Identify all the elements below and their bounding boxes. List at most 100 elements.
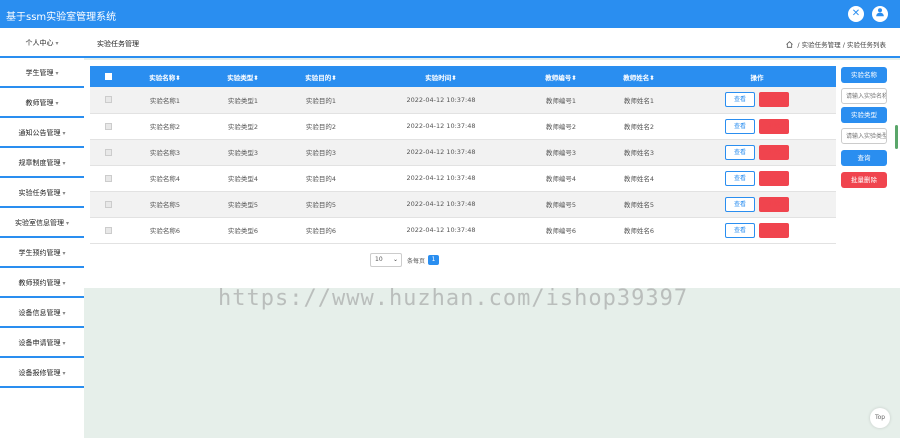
home-icon[interactable] [786, 41, 794, 48]
row-checkbox[interactable] [90, 165, 126, 192]
column-header[interactable]: 教师姓名⬍ [600, 66, 678, 87]
table-cell: 实验类型4 [204, 165, 282, 192]
close-icon[interactable]: ✕ [848, 6, 864, 22]
table-cell: 实验目的6 [282, 217, 360, 244]
chevron-down-icon: ▾ [62, 370, 66, 377]
table-cell: 教师编号1 [522, 87, 600, 114]
select-all-checkbox[interactable] [90, 66, 126, 87]
delete-button[interactable]: 删除 [759, 170, 789, 186]
table-cell: 教师姓名6 [600, 217, 678, 244]
chevron-down-icon: ▾ [62, 340, 66, 347]
table-cell: 实验名称6 [126, 217, 204, 244]
column-header[interactable]: 教师编号⬍ [522, 66, 600, 87]
view-button[interactable]: 查看 [725, 118, 755, 134]
user-icon[interactable] [872, 6, 888, 22]
sidebar-item-label: 学生预约管理 [18, 249, 61, 257]
sidebar-item-teachers[interactable]: 教师管理 ▾ [0, 88, 84, 118]
sidebar-item-rules[interactable]: 规章制度管理 ▾ [0, 148, 84, 178]
sort-icon: ⬍ [253, 73, 259, 82]
column-header[interactable]: 实验时间⬍ [360, 66, 522, 87]
table-row: 实验名称2 实验类型2 实验目的2 2022-04-12 10:37:48 教师… [90, 113, 836, 140]
table-cell: 2022-04-12 10:37:48 [360, 139, 522, 166]
sidebar-item-equipment-repair[interactable]: 设备报修管理 ▾ [0, 358, 84, 388]
breadcrumb-bar: 实验任务管理 / 实验任务管理 / 实验任务列表 [84, 28, 900, 58]
table-row: 实验名称4 实验类型4 实验目的4 2022-04-12 10:37:48 教师… [90, 165, 836, 192]
sidebar-item-labs[interactable]: 实验室信息管理 ▾ [0, 208, 84, 238]
row-checkbox[interactable] [90, 139, 126, 166]
sidebar-item-tasks[interactable]: 实验任务管理 ▾ [0, 178, 84, 208]
per-page-label: 条每页 [407, 258, 426, 265]
row-checkbox[interactable] [90, 191, 126, 218]
batch-delete-button[interactable]: 批量删除 [841, 172, 887, 188]
sidebar-item-teacher-booking[interactable]: 教师预约管理 ▾ [0, 268, 84, 298]
breadcrumb: / 实验任务管理 / 实验任务列表 [786, 39, 886, 49]
sidebar-item-label: 规章制度管理 [18, 159, 61, 167]
sidebar-item-label: 实验室信息管理 [14, 219, 64, 227]
sidebar-item-label: 通知公告管理 [18, 129, 61, 137]
chevron-down-icon: ▾ [62, 130, 66, 137]
scrollbar-thumb[interactable] [895, 125, 898, 149]
sidebar-item-profile[interactable]: 个人中心 ▾ [0, 28, 84, 58]
query-button[interactable]: 查询 [841, 150, 887, 166]
column-header[interactable]: 实验名称⬍ [126, 66, 204, 87]
sidebar-item-label: 设备报修管理 [18, 369, 61, 377]
table-cell: 实验类型3 [204, 139, 282, 166]
sidebar-item-equipment-request[interactable]: 设备申请管理 ▾ [0, 328, 84, 358]
sidebar: 个人中心 ▾ 学生管理 ▾ 教师管理 ▾ 通知公告管理 ▾ 规章制度管理 ▾ 实验任务管理… [0, 28, 84, 438]
delete-button[interactable]: 删除 [759, 196, 789, 212]
table-cell: 教师编号3 [522, 139, 600, 166]
experiment-name-label: 实验名称 [841, 67, 887, 83]
breadcrumb-item[interactable]: 实验任务管理 [802, 41, 841, 49]
table-cell: 教师编号4 [522, 165, 600, 192]
table-cell: 实验名称3 [126, 139, 204, 166]
column-header[interactable]: 实验目的⬍ [282, 66, 360, 87]
view-button[interactable]: 查看 [725, 144, 755, 160]
row-checkbox[interactable] [90, 87, 126, 114]
top-bar: 基于ssm实验室管理系统 ✕ [0, 0, 900, 28]
delete-button[interactable]: 删除 [759, 92, 789, 108]
view-button[interactable]: 查看 [725, 170, 755, 186]
chevron-down-icon: ▾ [62, 310, 66, 317]
column-header[interactable]: 实验类型⬍ [204, 66, 282, 87]
row-actions: 查看 删除 [678, 113, 836, 140]
experiment-name-input[interactable] [841, 88, 887, 104]
experiment-type-input[interactable] [841, 128, 887, 144]
back-to-top-button[interactable]: Top [870, 408, 890, 428]
row-checkbox[interactable] [90, 217, 126, 244]
sidebar-item-label: 设备信息管理 [18, 309, 61, 317]
view-button[interactable]: 查看 [725, 92, 755, 108]
page-size-select[interactable]: 10 ⌄ [370, 253, 402, 267]
sidebar-item-equipment[interactable]: 设备信息管理 ▾ [0, 298, 84, 328]
task-table: 实验名称⬍ 实验类型⬍ 实验目的⬍ 实验时间⬍ 教师编号⬍ 教师姓名⬍ 操作 实… [90, 66, 836, 244]
table-row: 实验名称3 实验类型3 实验目的3 2022-04-12 10:37:48 教师… [90, 139, 836, 166]
sidebar-item-notices[interactable]: 通知公告管理 ▾ [0, 118, 84, 148]
table-cell: 教师编号2 [522, 113, 600, 140]
table-row: 实验名称6 实验类型6 实验目的6 2022-04-12 10:37:48 教师… [90, 217, 836, 244]
chevron-down-icon: ▾ [62, 190, 66, 197]
sidebar-item-label: 学生管理 [25, 69, 54, 77]
table-cell: 2022-04-12 10:37:48 [360, 165, 522, 192]
main-content: 实验名称⬍ 实验类型⬍ 实验目的⬍ 实验时间⬍ 教师编号⬍ 教师姓名⬍ 操作 实… [84, 60, 900, 288]
watermark: https://www.huzhan.com/ishop39397 [218, 286, 689, 311]
sidebar-item-student-booking[interactable]: 学生预约管理 ▾ [0, 238, 84, 268]
sort-icon: ⬍ [175, 73, 181, 82]
row-actions: 查看 删除 [678, 217, 836, 244]
table-cell: 教师姓名1 [600, 87, 678, 114]
page-number-current[interactable]: 1 [428, 255, 439, 265]
sort-icon: ⬍ [649, 73, 655, 82]
table-cell: 教师编号6 [522, 217, 600, 244]
view-button[interactable]: 查看 [725, 222, 755, 238]
delete-button[interactable]: 删除 [759, 144, 789, 160]
sidebar-item-label: 教师管理 [25, 99, 54, 107]
sidebar-item-label: 个人中心 [25, 39, 54, 47]
chevron-down-icon: ▾ [62, 280, 66, 287]
sidebar-item-students[interactable]: 学生管理 ▾ [0, 58, 84, 88]
delete-button[interactable]: 删除 [759, 222, 789, 238]
delete-button[interactable]: 删除 [759, 118, 789, 134]
breadcrumb-item-current: 实验任务列表 [847, 41, 886, 49]
app-title: 基于ssm实验室管理系统 [6, 12, 117, 23]
row-checkbox[interactable] [90, 113, 126, 140]
row-actions: 查看 删除 [678, 165, 836, 192]
view-button[interactable]: 查看 [725, 196, 755, 212]
chevron-down-icon: ▾ [62, 160, 66, 167]
